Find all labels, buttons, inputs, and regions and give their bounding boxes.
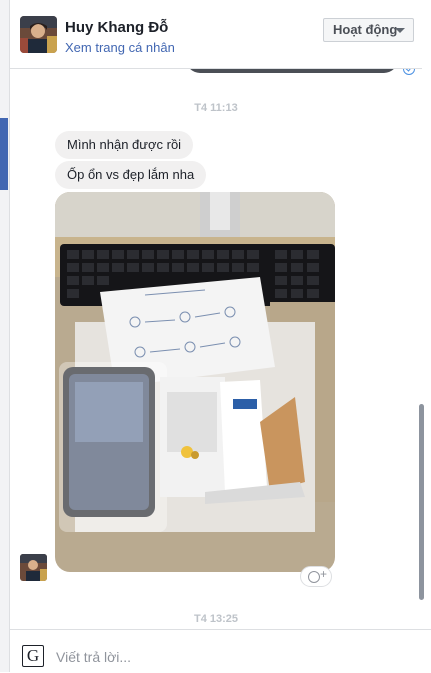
user-avatar-icon[interactable]	[20, 16, 57, 53]
timestamp: T4 13:25	[193, 613, 239, 625]
add-reaction-button[interactable]: +	[300, 566, 332, 587]
previous-message-bubble	[186, 69, 398, 73]
status-label: Hoạt động	[333, 22, 398, 37]
thread-scrollbar[interactable]	[419, 404, 424, 600]
message-bubble[interactable]: Ốp ổn vs đẹp lắm nha	[55, 161, 207, 189]
left-accent-bar	[0, 118, 8, 190]
message-composer: G	[10, 629, 431, 673]
smiley-icon	[308, 571, 320, 583]
plus-icon: +	[320, 567, 328, 581]
message-bubble[interactable]: Mình nhận được rồi	[55, 131, 194, 159]
seen-check-icon	[403, 69, 415, 75]
status-dropdown-button[interactable]: Hoạt động	[323, 18, 414, 42]
contact-name[interactable]: Huy Khang Đỗ	[65, 19, 168, 36]
photo-attachment[interactable]	[55, 192, 335, 572]
sender-avatar-icon[interactable]	[20, 554, 47, 581]
reply-input[interactable]	[54, 644, 398, 670]
chat-panel: Huy Khang Đỗ Xem trang cá nhân Hoạt động…	[9, 0, 431, 673]
timestamp: T4 11:13	[194, 102, 238, 114]
message-thread[interactable]: T4 11:13 Mình nhận được rồi Ốp ổn vs đẹp…	[10, 69, 422, 629]
grammarly-icon[interactable]: G	[22, 645, 44, 667]
chat-header: Huy Khang Đỗ Xem trang cá nhân Hoạt động	[10, 0, 422, 69]
view-profile-link[interactable]: Xem trang cá nhân	[65, 40, 175, 55]
chevron-down-icon	[395, 28, 405, 33]
